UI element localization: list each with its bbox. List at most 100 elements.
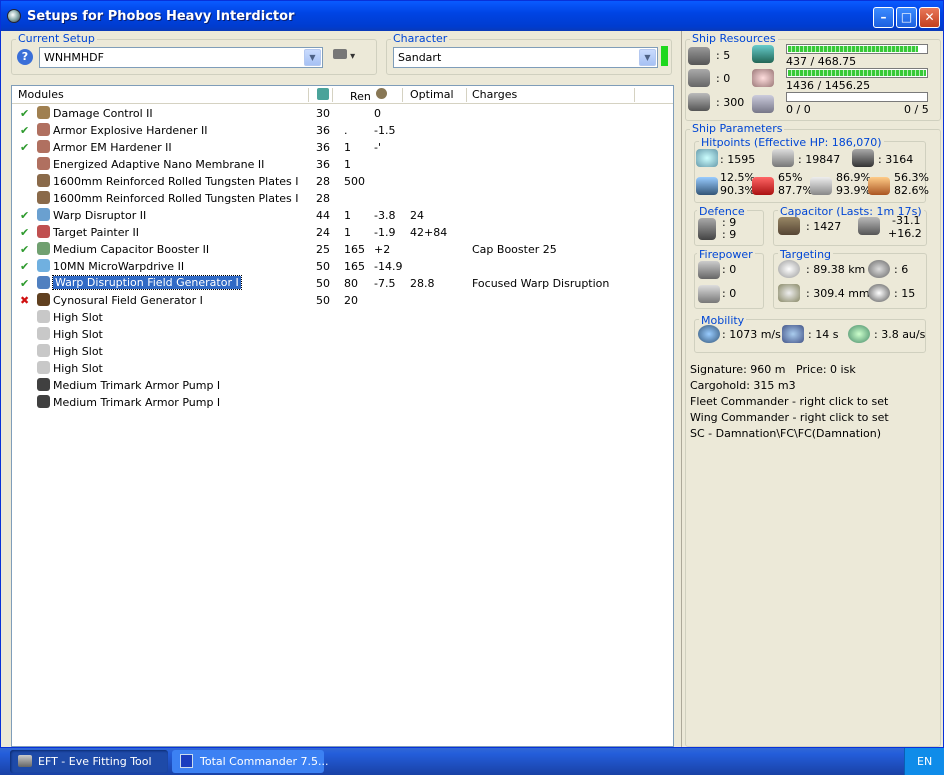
module-cap: -1.5 — [374, 124, 396, 137]
rig-icon — [37, 378, 50, 391]
module-row[interactable]: High Slot — [12, 360, 673, 377]
max-velocity: : 1073 m/s — [722, 328, 781, 341]
module-row[interactable]: ✖ Cynosural Field Generator I 50 20 — [12, 292, 673, 309]
warp-speed-icon — [848, 325, 870, 343]
module-row[interactable]: High Slot — [12, 309, 673, 326]
module-row[interactable]: High Slot — [12, 326, 673, 343]
check-icon[interactable]: ✔ — [20, 107, 29, 120]
module-pg: 1 — [344, 158, 351, 171]
res-explosive-armor: 82.6% — [894, 184, 929, 197]
help-icon[interactable]: ? — [17, 49, 33, 65]
check-icon[interactable]: ✔ — [20, 277, 29, 290]
main-window: Setups for Phobos Heavy Interdictor – □ … — [0, 0, 944, 748]
title-bar[interactable]: Setups for Phobos Heavy Interdictor – □ … — [1, 1, 943, 31]
capacitor-delta-1: -31.1 — [892, 214, 921, 227]
minimize-button[interactable]: – — [873, 7, 894, 28]
cross-icon[interactable]: ✖ — [20, 294, 29, 307]
taskbar-item-total-commander[interactable]: Total Commander 7.5... — [172, 750, 329, 773]
module-name: Damage Control II — [53, 107, 153, 120]
maximize-button[interactable]: □ — [896, 7, 917, 28]
capacitor-delta-2: +16.2 — [888, 227, 922, 240]
thermal-resist-icon — [752, 177, 774, 195]
sensor-strength-icon — [868, 284, 890, 302]
module-row[interactable]: 1600mm Reinforced Rolled Tungsten Plates… — [12, 190, 673, 207]
col-modules[interactable]: Modules — [18, 88, 64, 101]
module-row[interactable]: Medium Trimark Armor Pump I — [12, 394, 673, 411]
module-row[interactable]: High Slot — [12, 343, 673, 360]
module-row[interactable]: ✔ Warp Disruption Field Generator I 50 80 -7… — [12, 275, 673, 292]
high-slot-icon — [37, 310, 50, 323]
taskbar: EFT - Eve Fitting Tool Total Commander 7… — [0, 748, 944, 775]
damage-control-icon — [37, 106, 50, 119]
warp-speed: : 3.8 au/s — [874, 328, 926, 341]
align-time: : 14 s — [808, 328, 839, 341]
module-cpu: 36 — [316, 141, 330, 154]
capacitor-amount: : 1427 — [806, 220, 842, 233]
hull-hp: : 3164 — [878, 153, 914, 166]
module-cpu: 25 — [316, 243, 330, 256]
fleet-commander[interactable]: Fleet Commander - right click to set — [690, 395, 888, 408]
module-cpu: 28 — [316, 175, 330, 188]
taskbar-tc-label: Total Commander 7.5... — [200, 755, 329, 768]
armor-hp: : 19847 — [798, 153, 841, 166]
res-thermal-armor: 87.7% — [778, 184, 813, 197]
module-row[interactable]: 1600mm Reinforced Rolled Tungsten Plates… — [12, 173, 673, 190]
target-painter-icon — [37, 225, 50, 238]
language-indicator[interactable]: EN — [917, 755, 932, 768]
col-charges[interactable]: Charges — [472, 88, 517, 101]
module-row[interactable]: ✔ Damage Control II 30 0 — [12, 105, 673, 122]
module-cap: -7.5 — [374, 277, 396, 290]
chevron-down-icon[interactable]: ▼ — [639, 49, 656, 66]
res-em-shield: 12.5% — [720, 171, 755, 184]
check-icon[interactable]: ✔ — [20, 141, 29, 154]
module-row[interactable]: Energized Adaptive Nano Membrane II 36 1 — [12, 156, 673, 173]
drone-bay-value: : 300 — [716, 96, 745, 109]
character-label: Character — [391, 32, 450, 45]
module-row[interactable]: ✔ Warp Disruptor II 44 1 -3.8 24 — [12, 207, 673, 224]
module-row[interactable]: ✔ Armor EM Hardener II 36 1 -' — [12, 139, 673, 156]
module-row[interactable]: ✔ 10MN MicroWarpdrive II 50 165 -14.9 — [12, 258, 673, 275]
turret-slots: : 5 — [716, 49, 731, 62]
armor-icon — [772, 149, 794, 167]
ship-icon — [333, 49, 347, 59]
missile-dps-icon — [698, 285, 720, 303]
module-row[interactable]: ✔ Target Painter II 24 1 -1.9 42+84 — [12, 224, 673, 241]
module-row[interactable]: ✔ Medium Capacitor Booster II 25 165 +2 Cap B… — [12, 241, 673, 258]
check-icon[interactable]: ✔ — [20, 226, 29, 239]
hull-icon — [852, 149, 874, 167]
col-optimal[interactable]: Optimal — [410, 88, 454, 101]
module-row[interactable]: Medium Trimark Armor Pump I — [12, 377, 673, 394]
module-row[interactable]: ✔ Armor Explosive Hardener II 36. -1.5 — [12, 122, 673, 139]
check-icon[interactable]: ✔ — [20, 260, 29, 273]
res-thermal-shield: 65% — [778, 171, 803, 184]
hitpoints-label: Hitpoints (Effective HP: 186,070) — [699, 136, 884, 149]
target-range-icon — [778, 260, 800, 278]
check-icon[interactable]: ✔ — [20, 243, 29, 256]
cap-booster-icon — [37, 242, 50, 255]
module-pg: 165 — [344, 243, 365, 256]
check-icon[interactable]: ✔ — [20, 209, 29, 222]
wing-commander[interactable]: Wing Commander - right click to set — [690, 411, 889, 424]
module-name: High Slot — [53, 328, 103, 341]
warp-disruptor-icon — [37, 208, 50, 221]
high-slot-icon — [37, 344, 50, 357]
module-cpu: 28 — [316, 192, 330, 205]
taskbar-item-eft[interactable]: EFT - Eve Fitting Tool — [10, 750, 168, 773]
setup-select[interactable]: WNHMHDF ▼ — [39, 47, 323, 68]
check-icon[interactable]: ✔ — [20, 124, 29, 137]
modules-list[interactable]: Modules Ren Optimal Charges ✔ Damage Cont… — [11, 85, 674, 747]
price: Price: 0 isk — [796, 363, 856, 376]
character-select[interactable]: Sandart ▼ — [393, 47, 658, 68]
col-rem[interactable]: Ren — [350, 90, 371, 103]
module-name: Medium Capacitor Booster II — [53, 243, 210, 256]
squad-commander[interactable]: SC - Damnation\FC\FC(Damnation) — [690, 427, 881, 440]
close-button[interactable]: ✕ — [919, 7, 940, 28]
system-tray: EN — [904, 748, 944, 775]
floppy-disk-icon — [180, 754, 193, 768]
ship-menu-button[interactable]: ▾ — [333, 49, 363, 65]
cpu-column-icon[interactable] — [317, 88, 329, 100]
cap-column-icon[interactable] — [376, 88, 387, 99]
chevron-down-icon[interactable]: ▼ — [304, 49, 321, 66]
warp-field-icon — [37, 276, 50, 289]
scan-resolution-icon — [778, 284, 800, 302]
